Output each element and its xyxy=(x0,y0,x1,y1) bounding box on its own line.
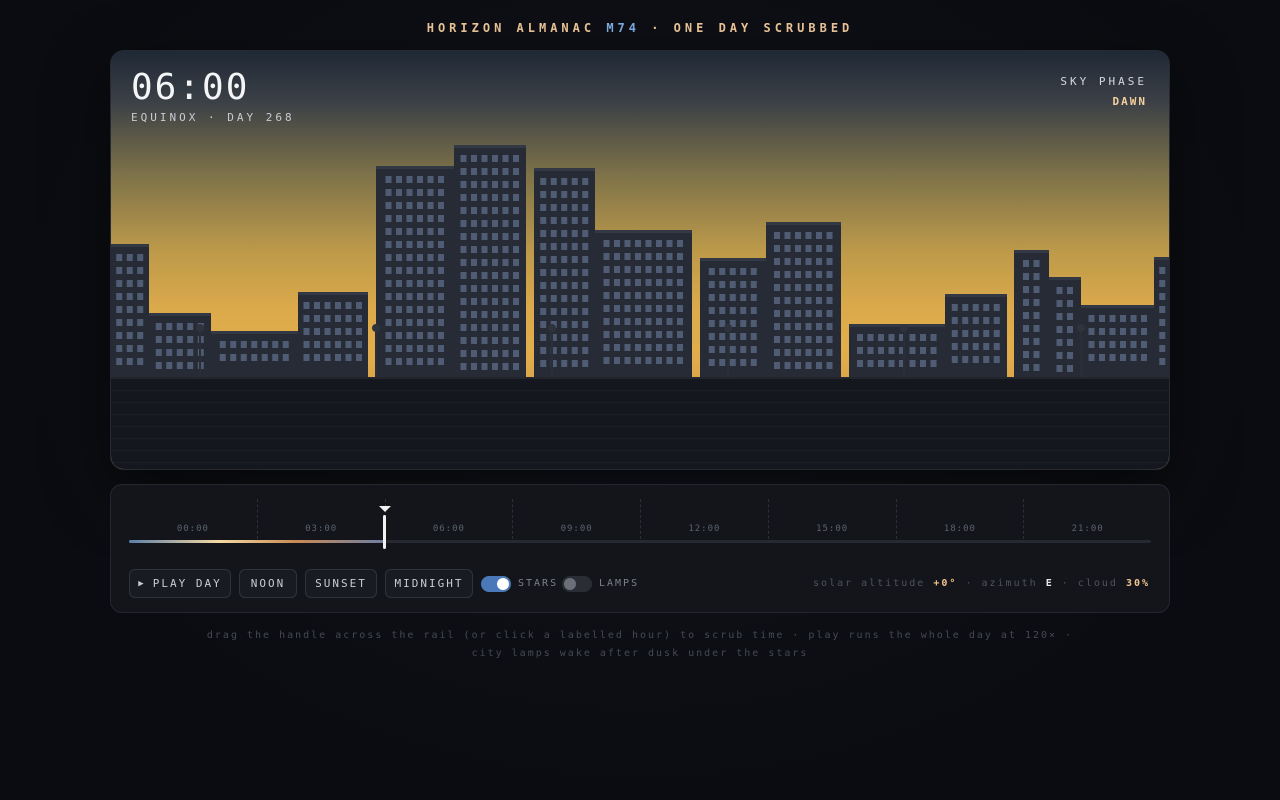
sunset-button[interactable]: SUNSET xyxy=(305,569,377,598)
street-lamp-pole-0 xyxy=(199,329,201,379)
building-roof-13 xyxy=(1049,277,1081,280)
street-lamp-head-0 xyxy=(196,324,204,332)
building-roof-12 xyxy=(1014,250,1049,253)
lamps-toggle[interactable] xyxy=(562,576,592,592)
building-roof-8 xyxy=(700,258,766,261)
building-roof-1 xyxy=(149,313,211,316)
altitude-label: solar altitude xyxy=(813,578,926,589)
noon-button[interactable]: NOON xyxy=(239,569,297,598)
building-roof-5 xyxy=(454,145,526,148)
sky-scene: 06:00 EQUINOX · DAY 268 SKY PHASE DAWN xyxy=(110,50,1170,470)
control-panel: 00:00 03:00 06:00 09:00 12:00 15:00 18:00 21:00… xyxy=(110,484,1170,613)
lamps-label: LAMPS xyxy=(599,578,640,589)
building-roof-6 xyxy=(534,168,595,171)
cloud-label: cloud xyxy=(1077,578,1118,589)
stars-toggle[interactable] xyxy=(481,576,511,592)
street-lamp-pole-4 xyxy=(903,329,905,379)
hour-tick-0300[interactable]: 03:00 xyxy=(256,499,385,539)
rail-progress xyxy=(129,540,385,543)
street-lamp-head-5 xyxy=(1077,324,1085,332)
time-rail[interactable] xyxy=(129,540,1151,543)
clock-time: 06:00 xyxy=(131,67,250,108)
hour-tick-2100[interactable]: 21:00 xyxy=(1023,499,1151,539)
hour-tick-0900[interactable]: 09:00 xyxy=(512,499,640,539)
street-lamp-head-2 xyxy=(548,324,556,332)
street-lamp-head-3 xyxy=(724,324,732,332)
hour-tick-1800[interactable]: 18:00 xyxy=(895,499,1024,539)
building-1 xyxy=(149,313,211,379)
scrub-handle[interactable] xyxy=(383,515,386,549)
play-day-button[interactable]: ▶ PLAY DAY xyxy=(129,569,231,598)
app-title: HORIZON ALMANAC M74 · ONE DAY SCRUBBED xyxy=(0,21,1280,35)
stars-label: STARS xyxy=(518,578,559,589)
building-roof-15 xyxy=(1154,257,1169,260)
hour-tick-1200[interactable]: 12:00 xyxy=(640,499,768,539)
building-roof-11 xyxy=(945,294,1007,297)
building-roof-4 xyxy=(376,166,454,169)
play-day-label: PLAY DAY xyxy=(152,577,222,590)
solar-readout: solar altitude +0° · azimuth E · cloud 3… xyxy=(813,578,1150,589)
azimuth-label: azimuth xyxy=(981,578,1038,589)
lamps-toggle-knob xyxy=(564,578,576,590)
hour-tick-0600[interactable]: 06:00 xyxy=(384,499,513,539)
building-roof-3 xyxy=(298,292,368,295)
building-12 xyxy=(1014,250,1049,379)
altitude-value: +0° xyxy=(933,578,958,589)
street-lamp-head-1 xyxy=(372,324,380,332)
street-lamp-head-4 xyxy=(900,324,908,332)
date-subtitle: EQUINOX · DAY 268 xyxy=(131,111,295,124)
stars-toggle-knob xyxy=(497,578,509,590)
hour-tick-0000[interactable]: 00:00 xyxy=(129,499,257,539)
usage-hint: drag the handle across the rail (or clic… xyxy=(206,630,1074,659)
sky-phase-value: DAWN xyxy=(1112,95,1147,108)
app-title-model: M74 xyxy=(606,21,640,35)
building-roof-2 xyxy=(211,331,298,334)
street-lamp-pole-3 xyxy=(727,329,729,379)
app-title-prefix: HORIZON ALMANAC xyxy=(426,21,607,35)
handle-caret-icon[interactable] xyxy=(378,506,391,512)
cloud-value: 30% xyxy=(1125,578,1150,589)
midnight-button[interactable]: MIDNIGHT xyxy=(385,569,473,598)
building-roof-10 xyxy=(849,324,945,327)
building-roof-7 xyxy=(595,230,692,233)
street-ground xyxy=(111,377,1169,469)
building-roof-0 xyxy=(111,244,149,247)
street-lamp-pole-1 xyxy=(375,329,377,379)
building-7 xyxy=(595,230,692,379)
building-windows-0 xyxy=(116,254,144,365)
hour-tick-1500[interactable]: 15:00 xyxy=(767,499,896,539)
street-lamp-pole-2 xyxy=(551,329,553,379)
building-roof-14 xyxy=(1081,305,1155,308)
street-lamp-pole-5 xyxy=(1080,329,1082,379)
building-roof-9 xyxy=(766,222,841,225)
play-icon: ▶ xyxy=(138,578,146,589)
sky-phase-label: SKY PHASE xyxy=(1060,75,1147,88)
app-title-suffix: · ONE DAY SCRUBBED xyxy=(640,21,854,35)
azimuth-value: E xyxy=(1045,578,1054,589)
building-13 xyxy=(1049,277,1081,379)
hour-ticks: 00:00 03:00 06:00 09:00 12:00 15:00 18:00 21:00 xyxy=(129,499,1151,539)
